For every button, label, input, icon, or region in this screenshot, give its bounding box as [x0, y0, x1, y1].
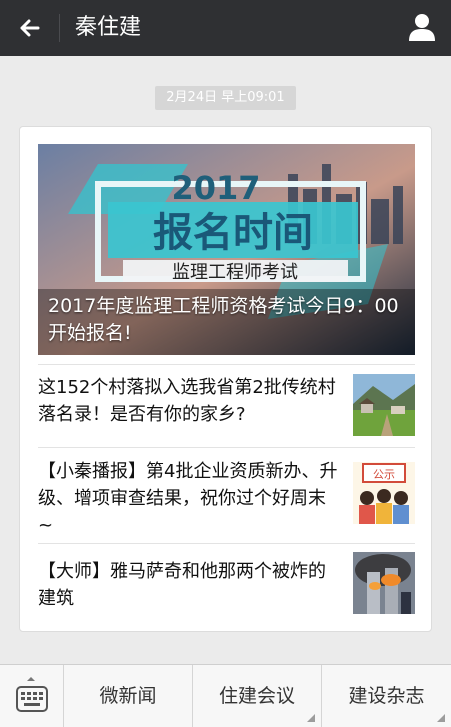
- top-bar: 秦住建: [0, 0, 451, 56]
- menu-weixinwen[interactable]: 微新闻: [64, 665, 193, 727]
- article-list-item[interactable]: 【小秦播报】第4批企业资质新办、升级、增项审查结果，祝你过个好周末~ 公示: [38, 458, 415, 539]
- keyboard-toggle[interactable]: [0, 665, 64, 727]
- menu-zhujian-huiyi[interactable]: 住建会议: [193, 665, 322, 727]
- article-title: 【大师】雅马萨奇和他那两个被炸的建筑: [38, 561, 326, 609]
- announcement-thumbnail: 公示: [353, 462, 415, 524]
- article-list-item[interactable]: 这152个村落拟入选我省第2批传统村落名录！是否有你的家乡?: [38, 374, 415, 438]
- divider: [38, 447, 415, 448]
- hero-article[interactable]: 2017 报名时间 监理工程师考试 2017年度监理工程师资格考试今日9：00开…: [38, 144, 415, 355]
- header-divider: [59, 14, 60, 42]
- bottom-menu-bar: 微新闻 住建会议 建设杂志: [0, 664, 451, 727]
- submenu-indicator-icon: [437, 714, 445, 722]
- thumbnail-label: 公示: [373, 468, 395, 481]
- menu-label: 住建会议: [218, 685, 295, 707]
- menu-label: 建设杂志: [348, 685, 425, 707]
- divider: [38, 543, 415, 544]
- back-arrow-icon[interactable]: [14, 12, 46, 44]
- menu-label: 微新闻: [99, 685, 157, 707]
- article-card: 2017 报名时间 监理工程师考试 2017年度监理工程师资格考试今日9：00开…: [19, 126, 432, 632]
- building-thumbnail: [353, 552, 415, 614]
- divider: [38, 364, 415, 365]
- banner-year-text: 2017: [171, 169, 260, 207]
- message-timestamp: 2月24日 早上09:01: [155, 86, 296, 110]
- village-thumbnail: [353, 374, 415, 436]
- article-title: 这152个村落拟入选我省第2批传统村落名录！是否有你的家乡?: [38, 377, 336, 425]
- banner-sub-text: 监理工程师考试: [172, 262, 298, 283]
- banner-main-text: 报名时间: [153, 210, 313, 256]
- article-list-item[interactable]: 【大师】雅马萨奇和他那两个被炸的建筑: [38, 552, 415, 622]
- page-title: 秦住建: [75, 15, 142, 40]
- article-title: 【小秦播报】第4批企业资质新办、升级、增项审查结果，祝你过个好周末~: [38, 461, 338, 536]
- menu-jianshe-zazhi[interactable]: 建设杂志: [322, 665, 451, 727]
- profile-icon[interactable]: [407, 12, 437, 42]
- keyboard-icon: [16, 677, 48, 712]
- submenu-indicator-icon: [307, 714, 315, 722]
- hero-caption: 2017年度监理工程师资格考试今日9：00开始报名!: [48, 295, 399, 344]
